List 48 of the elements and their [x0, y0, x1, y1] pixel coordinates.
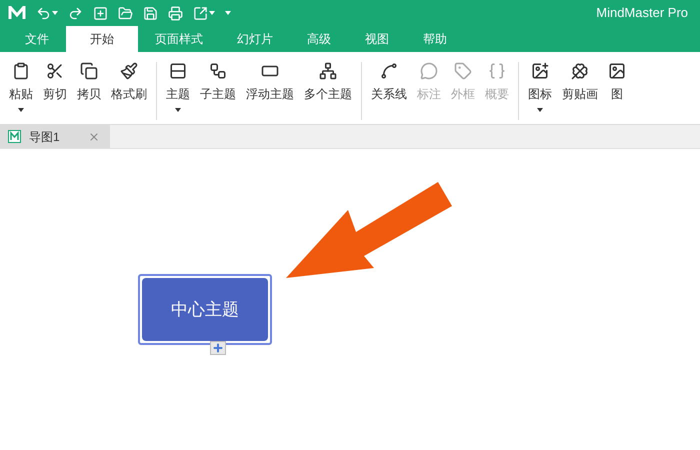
- ribbon-button[interactable]: 主题: [161, 62, 195, 120]
- caret-icon: [52, 11, 58, 15]
- curve-icon: [380, 62, 398, 80]
- caret-icon: [209, 11, 215, 15]
- close-icon[interactable]: [88, 130, 100, 142]
- ribbon-button[interactable]: 子主题: [195, 62, 241, 120]
- scissors-icon: [46, 62, 64, 80]
- menu-tab[interactable]: 开始: [66, 26, 138, 52]
- clipboard-icon: [12, 62, 30, 80]
- mindmap-file-icon: [8, 130, 21, 143]
- brace-icon: [488, 62, 506, 80]
- logo-icon: [8, 6, 26, 20]
- plus-icon: [212, 342, 224, 354]
- ribbon-button[interactable]: 剪贴画: [557, 62, 603, 120]
- ribbon-button[interactable]: 关系线: [366, 62, 412, 120]
- ribbon-button[interactable]: 格式刷: [106, 62, 152, 120]
- caret-icon: [175, 108, 181, 112]
- tag-icon: [454, 62, 472, 80]
- window-title: MindMaster Pro: [596, 4, 688, 22]
- central-topic[interactable]: 中心主题: [138, 274, 272, 345]
- ribbon-button[interactable]: 浮动主题: [241, 62, 299, 120]
- topic-icon: [169, 62, 187, 80]
- ribbon-button[interactable]: 图: [603, 62, 631, 120]
- folder-icon[interactable]: [118, 6, 133, 20]
- print-icon[interactable]: [168, 6, 183, 20]
- speech-bubble-icon: [420, 62, 438, 80]
- ribbon-button[interactable]: 剪切: [38, 62, 72, 120]
- customize-caret-icon: [225, 11, 231, 15]
- document-tab-label: 导图1: [29, 128, 60, 146]
- export-icon[interactable]: [193, 6, 208, 20]
- save-icon[interactable]: [143, 6, 158, 20]
- undo-icon[interactable]: [36, 6, 51, 20]
- picture-icon: [608, 62, 626, 80]
- ribbon-button[interactable]: 多个主题: [299, 62, 357, 120]
- add-subtopic-button[interactable]: [210, 341, 226, 355]
- document-tab[interactable]: 导图1: [0, 125, 110, 148]
- clover-icon: [571, 62, 589, 80]
- copy-icon: [80, 62, 98, 80]
- branches-icon: [319, 62, 337, 80]
- ribbon-button[interactable]: 粘贴: [4, 62, 38, 120]
- ribbon-button[interactable]: 拷贝: [72, 62, 106, 120]
- ribbon-button[interactable]: 图标: [523, 62, 557, 120]
- subtopic-icon: [209, 62, 227, 80]
- caret-icon: [18, 108, 24, 112]
- new-icon[interactable]: [93, 6, 108, 20]
- redo-icon[interactable]: [68, 6, 83, 20]
- brush-icon: [120, 62, 138, 80]
- caret-icon: [537, 108, 543, 112]
